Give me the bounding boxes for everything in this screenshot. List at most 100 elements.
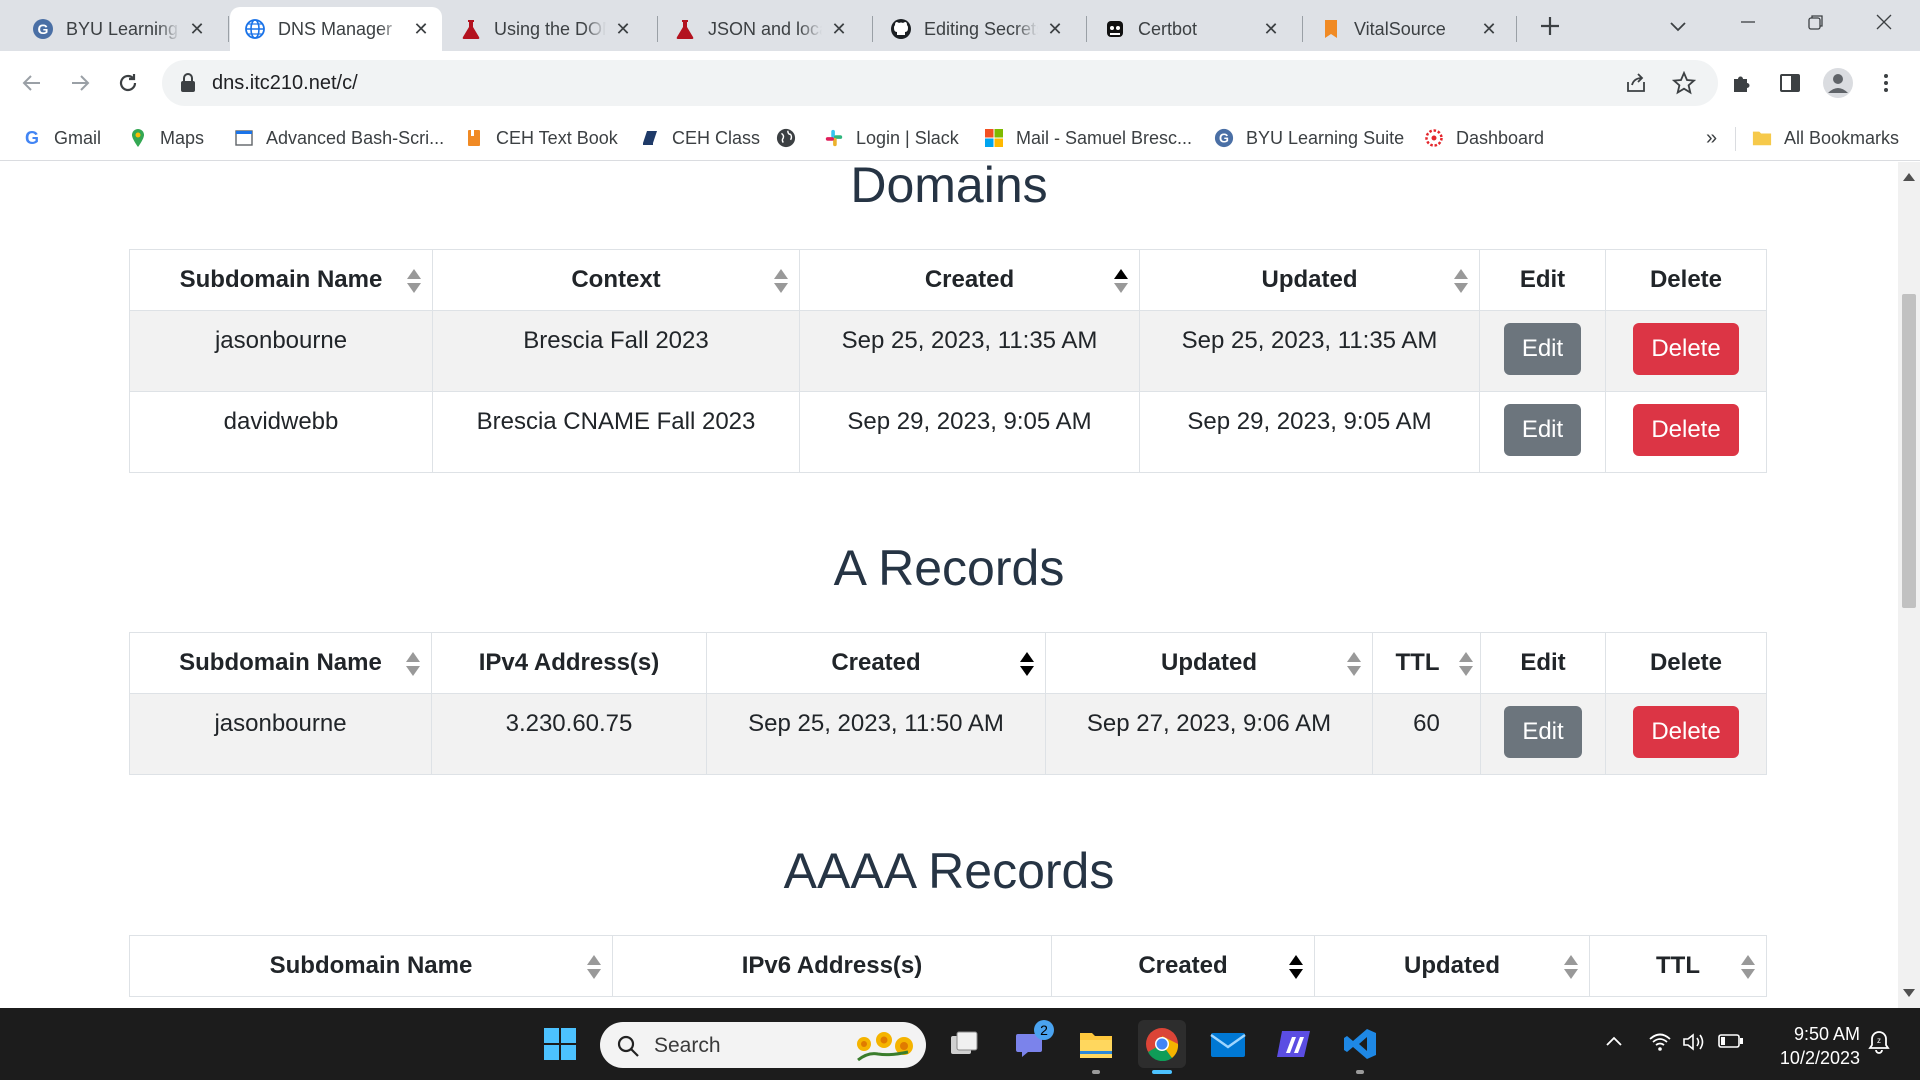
extensions-icon[interactable] — [1722, 63, 1762, 103]
sort-icon[interactable] — [405, 651, 421, 684]
edit-button[interactable]: Edit — [1504, 706, 1582, 758]
bookmark-ceh-class[interactable]: CEH Class — [640, 123, 760, 153]
page-scrollbar[interactable] — [1898, 162, 1920, 1008]
battery-icon[interactable] — [1718, 1032, 1744, 1050]
bookmark-gmail[interactable]: G Gmail — [22, 123, 101, 153]
header-created[interactable]: Created — [706, 632, 1046, 694]
reload-button[interactable] — [108, 63, 148, 103]
profile-avatar-icon[interactable] — [1818, 63, 1858, 103]
sort-icon[interactable] — [406, 268, 422, 301]
mail-icon[interactable] — [1204, 1020, 1252, 1068]
vscode-icon[interactable] — [1336, 1020, 1384, 1074]
close-icon[interactable]: ✕ — [1478, 18, 1500, 40]
delete-button[interactable]: Delete — [1633, 706, 1739, 758]
bookmark-slack[interactable]: Login | Slack — [824, 123, 959, 153]
close-icon[interactable]: ✕ — [410, 18, 432, 40]
bookmark-dashboard[interactable]: Dashboard — [1424, 123, 1544, 153]
header-updated[interactable]: Updated — [1314, 935, 1590, 997]
address-bar[interactable]: dns.itc210.net/c/ — [162, 60, 1718, 106]
tab-json-local-storage[interactable]: JSON and local storage ✕ — [660, 7, 860, 51]
chrome-taskbar-icon[interactable] — [1138, 1020, 1186, 1074]
chevron-down-icon[interactable] — [1662, 10, 1694, 42]
taskbar-search-box[interactable]: Search — [600, 1022, 926, 1068]
close-icon[interactable]: ✕ — [612, 18, 634, 40]
sort-icon[interactable] — [1563, 954, 1579, 987]
powerapps-icon[interactable] — [1270, 1020, 1318, 1068]
scroll-down-arrow-icon[interactable] — [1903, 984, 1915, 1002]
bookmark-ceh-text-book[interactable]: CEH Text Book — [464, 123, 618, 153]
header-context[interactable]: Context — [432, 249, 800, 311]
all-bookmarks-button[interactable]: All Bookmarks — [1752, 123, 1899, 153]
globe-dark-icon — [776, 128, 796, 148]
header-ttl[interactable]: TTL — [1372, 632, 1481, 694]
tab-editing-secrets[interactable]: Editing Secrets ✕ — [876, 7, 1076, 51]
notification-center-icon[interactable]: z — [1866, 1028, 1892, 1054]
scroll-thumb[interactable] — [1902, 294, 1916, 608]
header-ttl[interactable]: TTL — [1589, 935, 1767, 997]
wifi-icon[interactable] — [1648, 1032, 1672, 1052]
header-updated[interactable]: Updated — [1045, 632, 1373, 694]
close-icon[interactable]: ✕ — [828, 18, 850, 40]
back-button[interactable] — [12, 63, 52, 103]
cell-delete: Delete — [1605, 391, 1767, 473]
star-icon[interactable] — [1670, 69, 1698, 97]
forward-button[interactable] — [60, 63, 100, 103]
cell-ttl: 60 — [1372, 693, 1481, 775]
header-subdomain-name[interactable]: Subdomain Name — [129, 249, 433, 311]
volume-icon[interactable] — [1682, 1032, 1706, 1052]
url-text[interactable]: dns.itc210.net/c/ — [212, 72, 358, 95]
flowers-highlight-icon — [850, 1026, 918, 1069]
task-view-icon[interactable] — [940, 1020, 988, 1068]
header-updated[interactable]: Updated — [1139, 249, 1480, 311]
tab-vitalsource[interactable]: VitalSource ✕ — [1306, 7, 1510, 51]
tab-separator — [1516, 16, 1517, 42]
delete-button[interactable]: Delete — [1633, 323, 1739, 375]
bookmark-maps[interactable]: Maps — [128, 123, 204, 153]
show-hidden-icons-chevron[interactable] — [1604, 1032, 1624, 1052]
bookmark-byu-learning-suite[interactable]: G BYU Learning Suite — [1214, 123, 1404, 153]
tab-byu-learning-suite[interactable]: G BYU Learning Suite ✕ — [18, 7, 218, 51]
header-subdomain-name[interactable]: Subdomain Name — [129, 935, 613, 997]
sort-icon[interactable] — [1458, 651, 1474, 684]
byu-learning-suite-icon: G — [32, 18, 54, 40]
close-icon[interactable]: ✕ — [1044, 18, 1066, 40]
scroll-up-arrow-icon[interactable] — [1903, 168, 1915, 186]
restore-button[interactable] — [1788, 4, 1844, 40]
sort-icon[interactable] — [1740, 954, 1756, 987]
tab-certbot[interactable]: Certbot ✕ — [1090, 7, 1292, 51]
sort-ascending-icon[interactable] — [1113, 268, 1129, 301]
globe-icon — [244, 18, 266, 40]
edit-button[interactable]: Edit — [1503, 404, 1582, 456]
table-header-row: Subdomain Name Context Created Updated E… — [129, 249, 1767, 311]
close-window-button[interactable] — [1856, 4, 1912, 40]
share-icon[interactable] — [1622, 69, 1650, 97]
system-clock[interactable]: 9:50 AM 10/2/2023 — [1760, 1022, 1860, 1070]
close-icon[interactable]: ✕ — [186, 18, 208, 40]
edit-button[interactable]: Edit — [1503, 323, 1582, 375]
sort-icon[interactable] — [1453, 268, 1469, 301]
tab-using-the-dom[interactable]: Using the DOM ✕ — [446, 7, 644, 51]
lock-icon[interactable] — [180, 73, 196, 98]
header-created[interactable]: Created — [799, 249, 1140, 311]
new-tab-button[interactable] — [1534, 10, 1566, 42]
bookmark-mail[interactable]: Mail - Samuel Bresc... — [984, 123, 1192, 153]
minimize-button[interactable] — [1720, 4, 1776, 40]
bookmark-advanced-bash[interactable]: Advanced Bash-Scri... — [234, 123, 444, 153]
file-explorer-icon[interactable] — [1072, 1020, 1120, 1074]
windows-start-icon[interactable] — [536, 1020, 584, 1068]
sort-ascending-icon[interactable] — [1288, 954, 1304, 987]
teams-chat-icon[interactable]: 2 — [1006, 1020, 1054, 1068]
close-icon[interactable]: ✕ — [1260, 18, 1282, 40]
tab-dns-manager[interactable]: DNS Manager ✕ — [230, 7, 442, 51]
menu-kebab-icon[interactable] — [1866, 63, 1906, 103]
sort-icon[interactable] — [1346, 651, 1362, 684]
bookmarks-overflow-button[interactable]: » — [1706, 123, 1717, 153]
header-created[interactable]: Created — [1051, 935, 1315, 997]
sort-ascending-icon[interactable] — [1019, 651, 1035, 684]
header-subdomain-name[interactable]: Subdomain Name — [129, 632, 432, 694]
sort-icon[interactable] — [773, 268, 789, 301]
side-panel-icon[interactable] — [1770, 63, 1810, 103]
bookmark-globe[interactable] — [776, 123, 808, 153]
sort-icon[interactable] — [586, 954, 602, 987]
delete-button[interactable]: Delete — [1633, 404, 1739, 456]
